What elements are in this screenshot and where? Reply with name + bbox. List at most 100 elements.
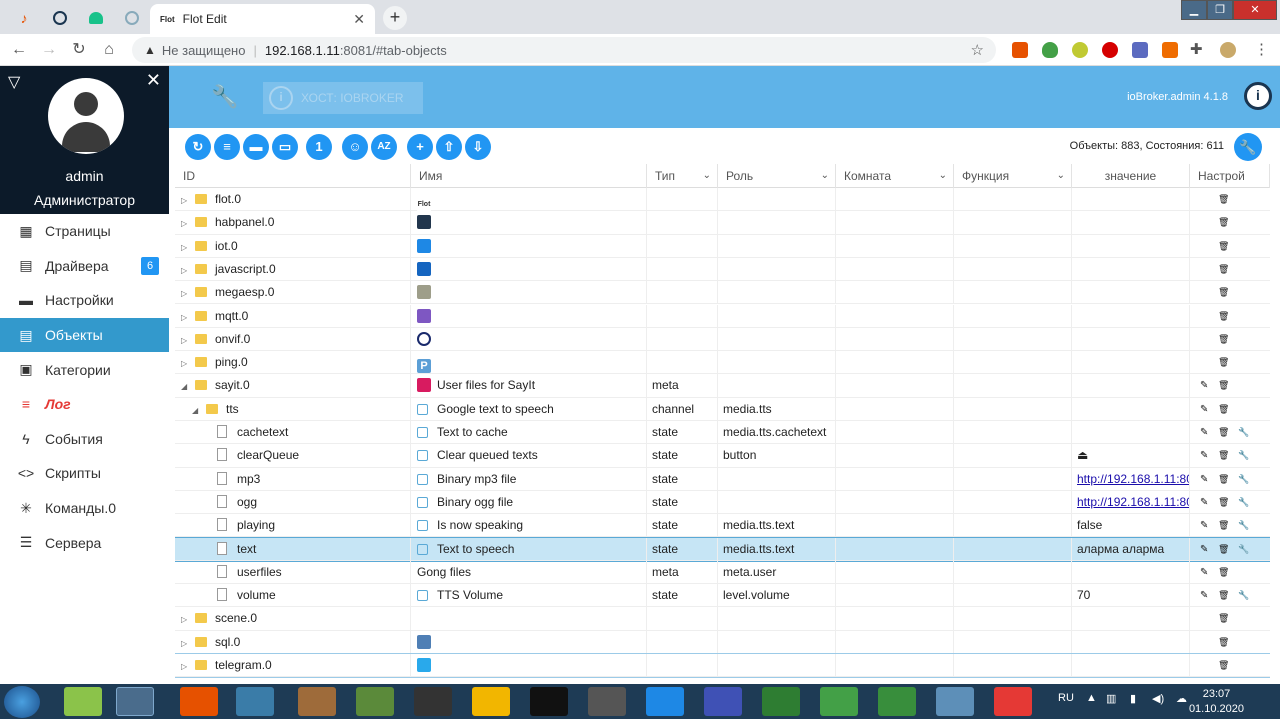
network-icon[interactable]: ▥ bbox=[1106, 692, 1116, 705]
table-row[interactable]: ▷ mqtt.0 🗑 bbox=[175, 304, 1270, 328]
taskbar-epic-games[interactable] bbox=[530, 687, 568, 716]
sidebar-item-0[interactable]: ▦ Страницы bbox=[0, 214, 169, 249]
sort-az-button[interactable]: AZ bbox=[371, 134, 397, 160]
table-row[interactable]: ▷ iot.0 🗑 bbox=[175, 234, 1270, 258]
wrench-icon[interactable]: 🔧 bbox=[1238, 584, 1249, 607]
table-row[interactable]: volume TTS Volume state level.volume 70 ✎ 🗑 🔧 bbox=[175, 584, 1270, 608]
wrench-icon[interactable]: 🔧 bbox=[1238, 421, 1249, 444]
edit-icon[interactable]: ✎ bbox=[1200, 421, 1208, 444]
language-indicator[interactable]: RU bbox=[1058, 692, 1074, 704]
delete-icon[interactable]: 🗑 bbox=[1218, 631, 1229, 654]
delete-icon[interactable]: 🗑 bbox=[1218, 584, 1229, 607]
taskbar-app-13[interactable] bbox=[762, 687, 800, 716]
close-tab-icon[interactable]: ✕ bbox=[353, 11, 365, 28]
folder-collapse-button[interactable]: ▭ bbox=[272, 134, 298, 160]
tab-flot-edit[interactable]: Flot Flot Edit ✕ bbox=[150, 4, 375, 34]
new-tab-button[interactable]: + bbox=[383, 6, 407, 30]
delete-icon[interactable]: 🗑 bbox=[1218, 444, 1229, 467]
maximize-window-button[interactable]: ❐ bbox=[1207, 0, 1233, 20]
taskbar-app-16[interactable] bbox=[936, 687, 974, 716]
expand-toggle-icon[interactable]: ▷ bbox=[181, 259, 191, 281]
signal-icon[interactable]: ▮ bbox=[1130, 692, 1136, 705]
expand-toggle-icon[interactable]: ▷ bbox=[181, 608, 191, 630]
taskbar-chrome[interactable] bbox=[116, 687, 154, 716]
table-row[interactable]: ▷ flot.0 Flot 🗑 bbox=[175, 188, 1270, 212]
close-sidebar-icon[interactable]: ✕ bbox=[146, 70, 161, 91]
toolbar-settings-button[interactable]: 🔧 bbox=[1234, 133, 1262, 161]
table-row[interactable]: ▷ scene.0 🗑 bbox=[175, 607, 1270, 631]
folder-expand-button[interactable]: ▬ bbox=[243, 134, 269, 160]
sidebar-item-6[interactable]: ϟ События bbox=[0, 422, 169, 457]
wrench-icon[interactable]: 🔧 bbox=[1238, 538, 1249, 561]
taskbar-firefox[interactable] bbox=[180, 687, 218, 716]
edit-icon[interactable]: ✎ bbox=[1200, 514, 1208, 537]
taskbar-app-14[interactable] bbox=[820, 687, 858, 716]
forward-button[interactable]: → bbox=[38, 39, 60, 61]
sidebar-item-8[interactable]: ✳ Команды.0 bbox=[0, 491, 169, 526]
count-button[interactable]: 1 bbox=[306, 134, 332, 160]
shield-extension-icon[interactable] bbox=[1042, 42, 1058, 58]
delete-icon[interactable]: 🗑 bbox=[1218, 374, 1229, 397]
pinned-tab-3[interactable] bbox=[82, 6, 110, 30]
table-row[interactable]: ▷ habpanel.0 🗑 bbox=[175, 211, 1270, 235]
chevron-down-icon[interactable]: ⌄ bbox=[821, 164, 829, 188]
expand-toggle-icon[interactable]: ▷ bbox=[181, 632, 191, 654]
profile-avatar-icon[interactable] bbox=[1220, 42, 1236, 58]
browser-menu-icon[interactable]: ⋮ bbox=[1254, 42, 1270, 58]
col-role[interactable]: Роль ⌄ bbox=[718, 164, 836, 188]
sidebar-item-9[interactable]: ☰ Сервера bbox=[0, 525, 169, 560]
extension-icon-4[interactable] bbox=[1102, 42, 1118, 58]
chevron-down-icon[interactable]: ⌄ bbox=[1057, 164, 1065, 188]
wrench-icon[interactable]: 🔧 bbox=[1238, 514, 1249, 537]
expand-toggle-icon[interactable]: ▷ bbox=[181, 189, 191, 211]
taskbar-app-1[interactable] bbox=[64, 687, 102, 716]
volume-icon[interactable]: ◀) bbox=[1152, 692, 1164, 705]
list-view-button[interactable]: ≡ bbox=[214, 134, 240, 160]
delete-icon[interactable]: 🗑 bbox=[1218, 211, 1229, 234]
table-row[interactable]: ◢ sayit.0 User files for SayIt meta ✎ 🗑 bbox=[175, 374, 1270, 398]
add-object-button[interactable]: + bbox=[407, 134, 433, 160]
edit-icon[interactable]: ✎ bbox=[1200, 444, 1208, 467]
edit-icon[interactable]: ✎ bbox=[1200, 374, 1208, 397]
close-window-button[interactable]: ✕ bbox=[1233, 0, 1277, 20]
back-button[interactable]: ← bbox=[8, 39, 30, 61]
extensions-puzzle-icon[interactable]: ✚ bbox=[1190, 42, 1206, 58]
minimize-window-button[interactable]: ▁ bbox=[1181, 0, 1207, 20]
delete-icon[interactable]: 🗑 bbox=[1218, 281, 1229, 304]
expand-toggle-icon[interactable]: ▷ bbox=[181, 306, 191, 328]
delete-icon[interactable]: 🗑 bbox=[1218, 514, 1229, 537]
chevron-down-icon[interactable]: ⌄ bbox=[703, 164, 711, 188]
col-name[interactable]: Имя bbox=[411, 164, 647, 188]
delete-icon[interactable]: 🗑 bbox=[1218, 468, 1229, 491]
cell-value[interactable]: http://192.168.1.11:80 bbox=[1072, 490, 1190, 514]
collapse-triangle-icon[interactable]: ▽ bbox=[8, 72, 20, 92]
sidebar-item-2[interactable]: ▬ Настройки bbox=[0, 283, 169, 318]
taskbar-app-12[interactable] bbox=[704, 687, 742, 716]
translate-extension-icon[interactable] bbox=[1132, 42, 1148, 58]
edit-icon[interactable]: ✎ bbox=[1200, 491, 1208, 514]
edit-icon[interactable]: ✎ bbox=[1200, 538, 1208, 561]
user-filter-button[interactable]: ☺ bbox=[342, 134, 368, 160]
taskbar-app-10[interactable] bbox=[588, 687, 626, 716]
host-selector[interactable]: i ХОСТ: IOBROKER bbox=[263, 82, 423, 114]
cell-value[interactable]: http://192.168.1.11:80 bbox=[1072, 467, 1190, 491]
table-row[interactable]: cachetext Text to cache state media.tts.cac… bbox=[175, 421, 1270, 445]
edit-icon[interactable]: ✎ bbox=[1200, 398, 1208, 421]
delete-icon[interactable]: 🗑 bbox=[1218, 258, 1229, 281]
delete-icon[interactable]: 🗑 bbox=[1218, 351, 1229, 374]
home-button[interactable]: ⌂ bbox=[98, 39, 120, 61]
taskbar-telegram[interactable] bbox=[236, 687, 274, 716]
sidebar-item-4[interactable]: ▣ Категории bbox=[0, 352, 169, 387]
table-row[interactable]: clearQueue Clear queued texts state button ⏏… bbox=[175, 444, 1270, 468]
taskbar-minecraft[interactable] bbox=[356, 687, 394, 716]
table-row[interactable]: ogg Binary ogg file state http://192.168.1.… bbox=[175, 490, 1270, 515]
delete-icon[interactable]: 🗑 bbox=[1218, 491, 1229, 514]
sidebar-item-1[interactable]: ▤ Драйвера 6 bbox=[0, 249, 169, 284]
pinned-tab-2[interactable] bbox=[46, 6, 74, 30]
table-row[interactable]: ▷ ping.0 P 🗑 bbox=[175, 351, 1270, 375]
taskbar-app-5[interactable] bbox=[298, 687, 336, 716]
extension-icon-1[interactable] bbox=[1012, 42, 1028, 58]
expand-toggle-icon[interactable]: ▷ bbox=[181, 236, 191, 258]
cloud-tray-icon[interactable]: ☁ bbox=[1176, 692, 1187, 705]
tray-arrow-icon[interactable]: ▲ bbox=[1086, 692, 1097, 704]
